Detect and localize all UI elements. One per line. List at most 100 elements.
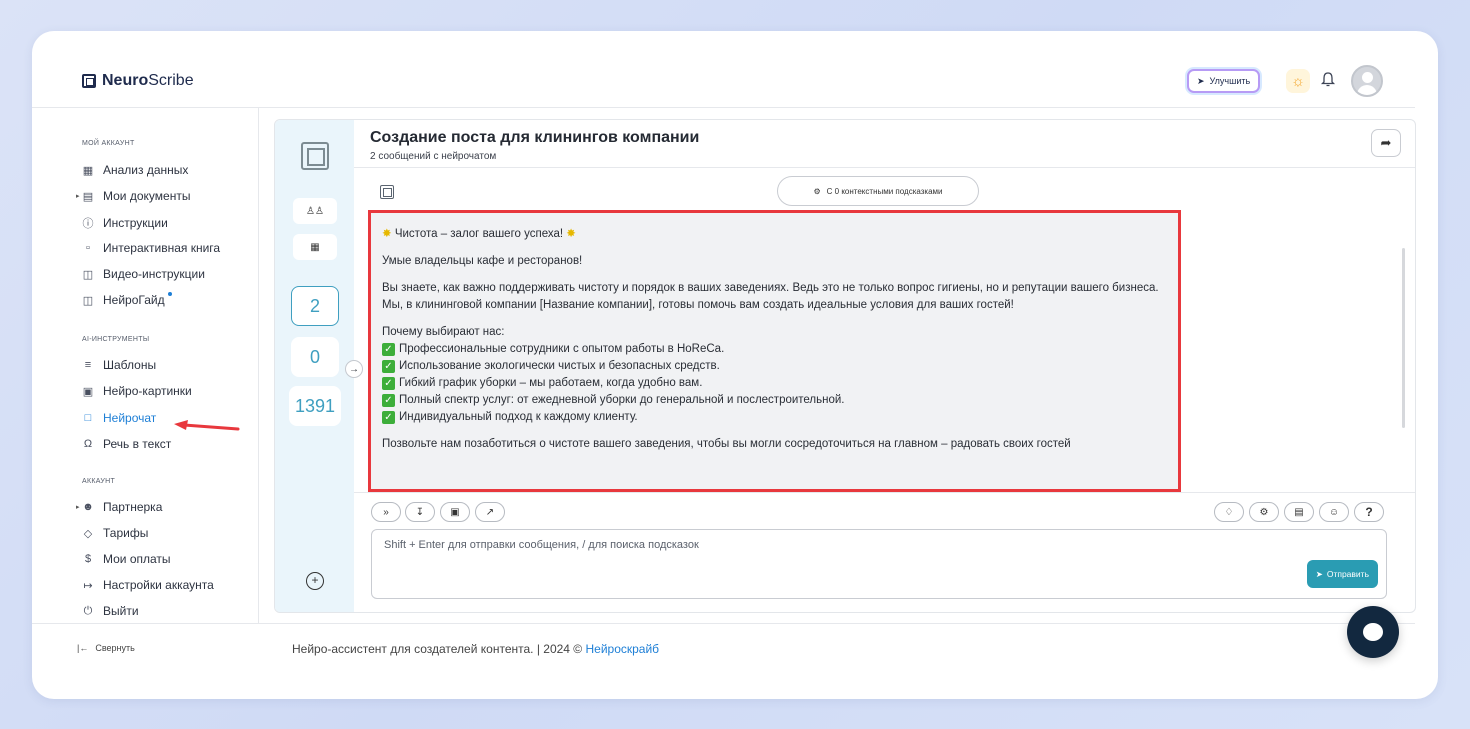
book-icon: ▫ [86, 242, 90, 254]
sidebar-item-data-analysis[interactable]: ▦ Анализ данных [82, 163, 189, 177]
magic-wand-button[interactable]: ↗ [475, 502, 505, 522]
sidebar-item-neurochat[interactable]: □ Нейрочат [82, 411, 157, 425]
stat-hints-count[interactable]: 0 [291, 337, 339, 377]
list-item: ✓ Гибкий график уборки – мы работаем, ког… [382, 375, 1167, 392]
sidebar-item-my-payments[interactable]: $ Мои оплаты [82, 552, 171, 566]
sidebar-item-label: Интерактивная книга [103, 241, 221, 255]
tag-icon: ◇ [83, 527, 93, 540]
rocket-icon: ➤ [1197, 75, 1205, 86]
annotation-arrow [174, 420, 240, 431]
sidebar-item-label: Анализ данных [103, 163, 189, 177]
sidebar-item-video-instructions[interactable]: ◫ Видео-инструкции [82, 267, 205, 281]
chat-messages: ⚙ С 0 контекстными подсказками ✸ Чистота… [354, 168, 1415, 492]
add-chat-button[interactable]: + [306, 572, 324, 590]
download-button[interactable]: ↧ [405, 502, 435, 522]
sparkle-icon: ✸ [382, 228, 392, 240]
message-input[interactable] [384, 539, 1184, 551]
stat-messages-count[interactable]: 2 [291, 286, 339, 326]
stat-tokens-count[interactable]: 1391 [289, 386, 341, 426]
logo-icon [82, 74, 96, 88]
sidebar: МОЙ АККАУНТ ▦ Анализ данных ▸ ▤ Мои доку… [32, 108, 259, 623]
share-icon: ➦ [1380, 135, 1392, 150]
theme-toggle-sun-icon[interactable]: ☼ [1286, 69, 1310, 93]
image-button[interactable]: ▣ [440, 502, 470, 522]
support-chat-button[interactable] [1347, 606, 1399, 658]
sidebar-item-account-settings[interactable]: ↦ Настройки аккаунта [82, 578, 214, 592]
section-label-ai-tools: AI-ИНСТРУМЕНТЫ [82, 336, 150, 343]
app-logo[interactable]: NeuroScribe [82, 72, 194, 90]
collapse-sidebar-button[interactable]: |← Свернуть [77, 643, 135, 653]
check-icon: ✓ [382, 343, 395, 356]
send-label: Отправить [1326, 569, 1369, 579]
share-button[interactable]: ➦ [1371, 129, 1401, 157]
help-button[interactable]: ? [1354, 502, 1384, 522]
list-item-text: Гибкий график уборки – мы работаем, когд… [399, 377, 703, 389]
sidebar-item-partners[interactable]: ▸ ☻ Партнерка [76, 500, 163, 514]
sidebar-item-label: Речь в текст [103, 437, 172, 451]
message-heading: ✸ Чистота – залог вашего успеха! ✸ [382, 226, 1167, 243]
users-button[interactable]: ♙♙ [293, 198, 337, 224]
bot-button[interactable]: ☺ [1319, 502, 1349, 522]
collapse-down-button[interactable]: » [371, 502, 401, 522]
notifications-bell-icon[interactable] [1320, 71, 1336, 93]
layout-button[interactable]: ▤ [1284, 502, 1314, 522]
sidebar-item-templates[interactable]: ≡ Шаблоны [82, 358, 156, 372]
message-why-title: Почему выбирают нас: [382, 326, 505, 338]
section-label-account: АККАУНТ [82, 478, 116, 485]
chat-panel: ♙♙ ▦ 2 0 1391 + → Создание поста для кли… [274, 119, 1416, 613]
sidebar-item-label: Выйти [103, 604, 139, 618]
new-indicator-dot [167, 292, 172, 296]
send-button[interactable]: ➤ Отправить [1306, 560, 1378, 588]
section-label-my-account: МОЙ АККАУНТ [82, 140, 135, 147]
video-icon: ◫ [82, 268, 94, 281]
sparkle-icon: ✸ [566, 228, 576, 240]
message-greeting: Умые владельцы кафе и ресторанов! [382, 255, 583, 267]
magic-wand-icon: ↗ [485, 506, 495, 518]
sidebar-item-my-documents[interactable]: ▸ ▤ Мои документы [76, 189, 191, 203]
context-hints-button[interactable]: ⚙ С 0 контекстными подсказками [777, 176, 979, 206]
sidebar-item-speech-to-text[interactable]: Ω Речь в текст [82, 437, 171, 451]
sidebar-item-logout[interactable]: ⏻ Выйти [82, 604, 139, 618]
sidebar-item-label: Настройки аккаунта [103, 578, 214, 592]
footer-copyright: Нейро-ассистент для создателей контента.… [292, 642, 586, 656]
sidebar-item-instructions[interactable]: ⓘ Инструкции [82, 215, 168, 231]
chat-header: Создание поста для клинингов компании 2 … [354, 120, 1415, 168]
help-circle-icon: ⓘ [82, 218, 94, 230]
check-icon: ✓ [382, 360, 395, 373]
sidebar-item-neuroguide[interactable]: ◫ НейроГайд [82, 292, 178, 307]
settings-button[interactable]: ⚙ [1249, 502, 1279, 522]
headphones-icon: Ω [83, 438, 93, 450]
puzzle-icon: ♢ [1224, 506, 1234, 518]
sidebar-item-label: Мои оплаты [103, 552, 171, 566]
sidebar-item-tariffs[interactable]: ◇ Тарифы [82, 526, 149, 540]
collapse-label: Свернуть [95, 643, 135, 653]
assistant-avatar-icon [380, 185, 394, 199]
message-closing: Позвольте нам позаботиться о чистоте ваш… [382, 438, 1071, 450]
check-icon: ✓ [382, 377, 395, 390]
sidebar-item-interactive-book[interactable]: ▫ Интерактивная книга [82, 241, 220, 255]
message-paragraph: Вы знаете, как важно поддерживать чистот… [382, 282, 1159, 311]
users-icon: ☻ [82, 501, 94, 513]
users-icon: ♙♙ [306, 205, 324, 217]
messages-scrollbar[interactable] [1402, 248, 1405, 428]
sidebar-item-label: Тарифы [103, 526, 149, 540]
grid-button[interactable]: ▦ [293, 234, 337, 260]
user-avatar[interactable] [1351, 65, 1383, 97]
list-item-text: Профессиональные сотрудники с опытом раб… [399, 343, 725, 355]
check-icon: ✓ [382, 394, 395, 407]
expand-caret-icon: ▸ [76, 193, 80, 200]
grid-icon: ▦ [82, 164, 94, 177]
list-item-text: Использование экологически чистых и безо… [399, 360, 720, 372]
hints-icon: ⚙ [813, 186, 821, 196]
message-input-box: ➤ Отправить [371, 529, 1387, 599]
sidebar-item-label: Мои документы [103, 189, 191, 203]
footer-link[interactable]: Нейроскрайб [585, 642, 659, 656]
send-icon: ➤ [1315, 568, 1323, 579]
logo-text: Scribe [148, 72, 194, 89]
sidebar-item-neuro-images[interactable]: ▣ Нейро-картинки [82, 384, 192, 398]
upgrade-button[interactable]: ➤ Улучшить [1187, 69, 1261, 93]
expand-arrow-icon[interactable]: → [345, 360, 363, 378]
plugin-button[interactable]: ♢ [1214, 502, 1244, 522]
chat-bubble-icon [1363, 623, 1383, 641]
sidebar-item-label: Партнерка [103, 500, 163, 514]
